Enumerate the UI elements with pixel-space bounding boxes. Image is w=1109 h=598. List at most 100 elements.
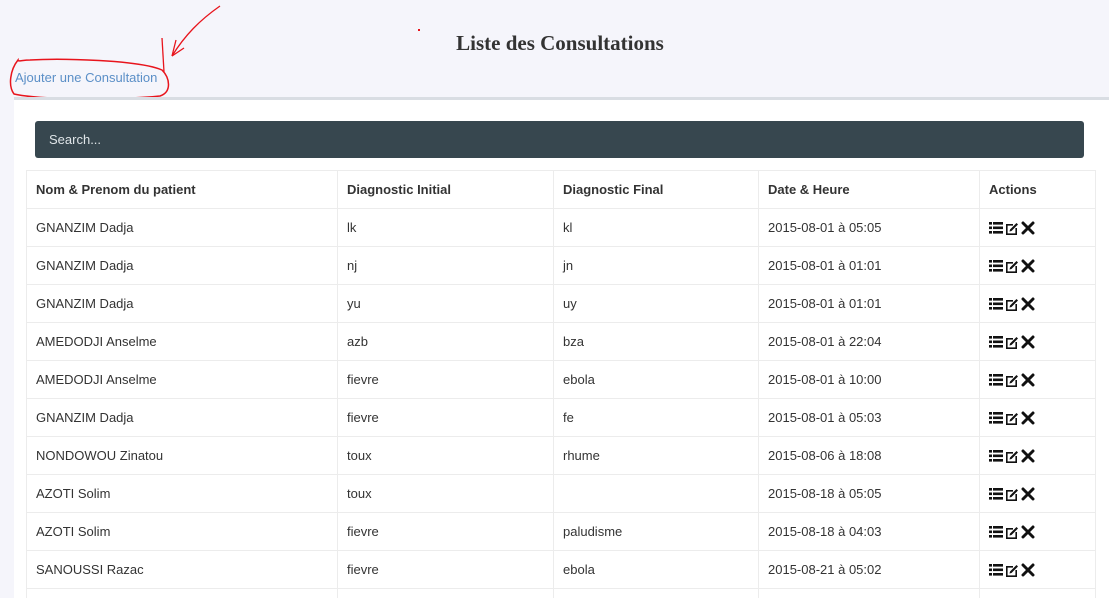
cell-initial-diagnostic: nj <box>337 246 554 285</box>
delete-icon[interactable] <box>1021 411 1035 425</box>
edit-icon[interactable] <box>1005 487 1019 501</box>
list-icon[interactable] <box>989 335 1003 349</box>
red-dot-mark <box>418 29 420 31</box>
delete-icon[interactable] <box>1021 221 1035 235</box>
cell-initial-diagnostic: fievre <box>337 550 554 589</box>
list-icon[interactable] <box>989 373 1003 387</box>
cell-patient: AMEDODJI Anselme <box>26 322 338 361</box>
cell-date: 2015-08-01 à 05:03 <box>758 398 980 437</box>
column-header-initial-diagnostic[interactable]: Diagnostic Initial <box>337 170 554 209</box>
cell-actions <box>979 284 1096 323</box>
cell-final-diagnostic <box>553 588 759 598</box>
table-row: SANOUSSI Razac fievre ebola 2015-08-21 à 05… <box>26 550 1096 589</box>
cell-final-diagnostic: kl <box>553 208 759 247</box>
table-row: AZOTI Solim fievre paludisme 2015-08-18 à 0… <box>26 512 1096 551</box>
edit-icon[interactable] <box>1005 297 1019 311</box>
delete-icon[interactable] <box>1021 259 1035 273</box>
table-row: AMEDODJI Anselme azb bza 2015-08-01 à 22:04 <box>26 322 1096 361</box>
cell-actions <box>979 474 1096 513</box>
cell-final-diagnostic: jn <box>553 246 759 285</box>
delete-icon[interactable] <box>1021 449 1035 463</box>
consultations-table: Nom & Prenom du patient Diagnostic Initi… <box>26 170 1096 598</box>
list-icon[interactable] <box>989 411 1003 425</box>
cell-date: 2015-08-01 à 10:00 <box>758 360 980 399</box>
list-icon[interactable] <box>989 563 1003 577</box>
cell-actions <box>979 208 1096 247</box>
cell-date: 2015-08-18 à 04:03 <box>758 512 980 551</box>
delete-icon[interactable] <box>1021 373 1035 387</box>
cell-final-diagnostic: ebola <box>553 550 759 589</box>
cell-initial-diagnostic: toux <box>337 474 554 513</box>
edit-icon[interactable] <box>1005 411 1019 425</box>
edit-icon[interactable] <box>1005 373 1019 387</box>
cell-patient: GNANZIM Dadja <box>26 246 338 285</box>
table-row: GNANZIM Dadja yu uy 2015-08-01 à 01:01 <box>26 284 1096 323</box>
cell-initial-diagnostic: yu <box>337 284 554 323</box>
edit-icon[interactable] <box>1005 335 1019 349</box>
cell-initial-diagnostic <box>337 588 554 598</box>
cell-final-diagnostic: fe <box>553 398 759 437</box>
cell-actions <box>979 588 1096 598</box>
cell-date: 2015-08-01 à 01:01 <box>758 246 980 285</box>
delete-icon[interactable] <box>1021 335 1035 349</box>
list-icon[interactable] <box>989 487 1003 501</box>
delete-icon[interactable] <box>1021 487 1035 501</box>
edit-icon[interactable] <box>1005 563 1019 577</box>
column-header-actions: Actions <box>979 170 1096 209</box>
list-icon[interactable] <box>989 525 1003 539</box>
edit-icon[interactable] <box>1005 259 1019 273</box>
cell-actions <box>979 360 1096 399</box>
list-icon[interactable] <box>989 221 1003 235</box>
cell-actions <box>979 398 1096 437</box>
edit-icon[interactable] <box>1005 221 1019 235</box>
row-actions <box>989 525 1086 539</box>
cell-date: 2015-08-01 à 05:05 <box>758 208 980 247</box>
cell-patient: GNANZIM Dadja <box>26 398 338 437</box>
column-header-final-diagnostic[interactable]: Diagnostic Final <box>553 170 759 209</box>
cell-final-diagnostic: rhume <box>553 436 759 475</box>
table-row: GNANZIM Dadja nj jn 2015-08-01 à 01:01 <box>26 246 1096 285</box>
cell-patient: AZOTI Solim <box>26 474 338 513</box>
cell-patient: GNANZIM Dadja <box>26 208 338 247</box>
cell-patient <box>26 588 338 598</box>
cell-initial-diagnostic: fievre <box>337 512 554 551</box>
edit-icon[interactable] <box>1005 525 1019 539</box>
cell-initial-diagnostic: fievre <box>337 398 554 437</box>
cell-final-diagnostic: uy <box>553 284 759 323</box>
cell-final-diagnostic: bza <box>553 322 759 361</box>
cell-actions <box>979 550 1096 589</box>
delete-icon[interactable] <box>1021 297 1035 311</box>
row-actions <box>989 449 1086 463</box>
list-icon[interactable] <box>989 259 1003 273</box>
delete-icon[interactable] <box>1021 525 1035 539</box>
cell-date: 2015-08-06 à 18:08 <box>758 436 980 475</box>
cell-patient: GNANZIM Dadja <box>26 284 338 323</box>
column-header-patient[interactable]: Nom & Prenom du patient <box>26 170 338 209</box>
delete-icon[interactable] <box>1021 563 1035 577</box>
cell-patient: AMEDODJI Anselme <box>26 360 338 399</box>
consultations-panel: Nom & Prenom du patient Diagnostic Initi… <box>14 97 1109 598</box>
search-input[interactable] <box>35 121 1084 158</box>
row-actions <box>989 487 1086 501</box>
table-header-row: Nom & Prenom du patient Diagnostic Initi… <box>26 170 1096 209</box>
table-row: NONDOWOU Zinatou toux rhume 2015-08-06 à 18… <box>26 436 1096 475</box>
list-icon[interactable] <box>989 297 1003 311</box>
cell-initial-diagnostic: toux <box>337 436 554 475</box>
edit-icon[interactable] <box>1005 449 1019 463</box>
list-icon[interactable] <box>989 449 1003 463</box>
table-row: GNANZIM Dadja fievre fe 2015-08-01 à 05:03 <box>26 398 1096 437</box>
cell-actions <box>979 322 1096 361</box>
add-consultation-link[interactable]: Ajouter une Consultation <box>15 70 157 85</box>
row-actions <box>989 221 1086 235</box>
cell-initial-diagnostic: lk <box>337 208 554 247</box>
cell-patient: NONDOWOU Zinatou <box>26 436 338 475</box>
column-header-date[interactable]: Date & Heure <box>758 170 980 209</box>
table-row: AMEDODJI Anselme fievre ebola 2015-08-01 à … <box>26 360 1096 399</box>
row-actions <box>989 373 1086 387</box>
cell-actions <box>979 436 1096 475</box>
cell-date: 2015-08-01 à 01:01 <box>758 284 980 323</box>
cell-initial-diagnostic: azb <box>337 322 554 361</box>
cell-actions <box>979 246 1096 285</box>
cell-date: 2015-08-21 à 05:02 <box>758 550 980 589</box>
cell-final-diagnostic: paludisme <box>553 512 759 551</box>
